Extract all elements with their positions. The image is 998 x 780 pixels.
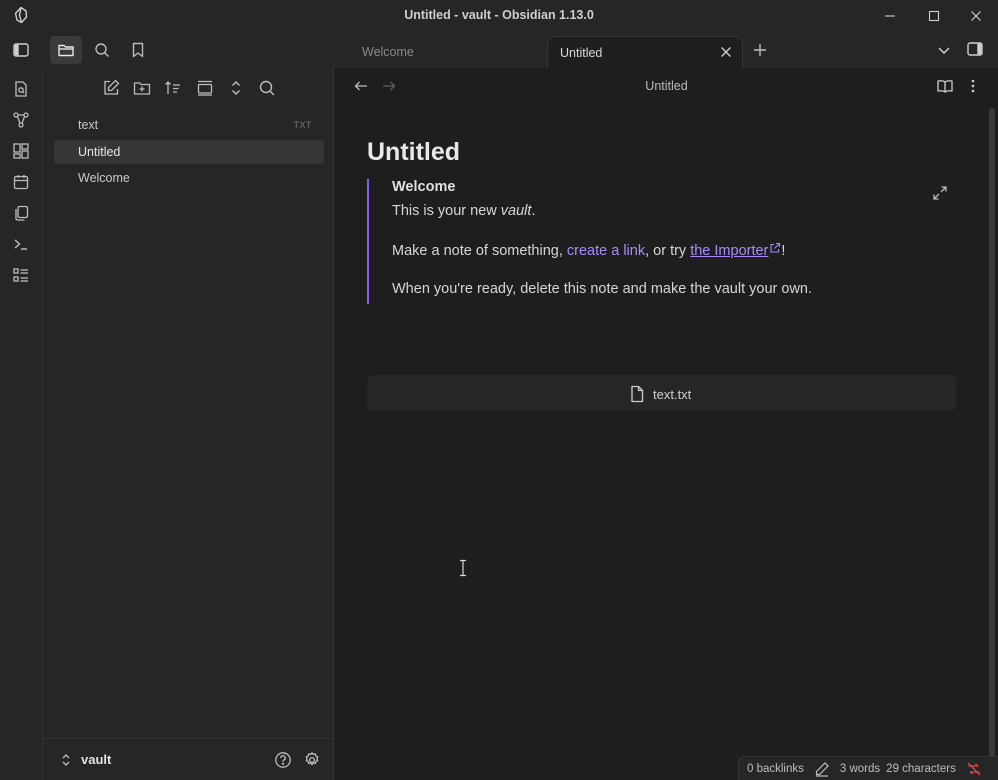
- left-ribbon: [0, 68, 43, 780]
- search-icon[interactable]: [257, 78, 277, 98]
- close-tab-icon[interactable]: [719, 45, 733, 59]
- expand-icon[interactable]: [932, 185, 948, 201]
- view-header-title[interactable]: Untitled: [335, 79, 998, 93]
- search-tab[interactable]: [86, 36, 118, 64]
- sort-icon[interactable]: [163, 78, 183, 98]
- tab-untitled[interactable]: Untitled: [547, 36, 743, 68]
- backlinks-count[interactable]: 0 backlinks: [747, 763, 804, 775]
- file-name: text: [78, 118, 99, 132]
- maximize-button[interactable]: [912, 0, 956, 32]
- pencil-icon[interactable]: [814, 761, 830, 777]
- file-name: Welcome: [78, 171, 130, 185]
- attachment-embed[interactable]: text.txt: [367, 375, 956, 411]
- file-name: Untitled: [78, 145, 121, 159]
- file-explorer: text TXT Untitled Welcome vault: [43, 68, 334, 780]
- attachment-content: text.txt: [629, 385, 691, 403]
- editor-scrollbar[interactable]: [989, 108, 995, 758]
- attachment-filename: text.txt: [653, 386, 692, 402]
- embed-line-1: This is your new vault.: [392, 203, 536, 219]
- more-options-icon[interactable]: [964, 77, 982, 95]
- auto-reveal-icon[interactable]: [195, 78, 215, 98]
- bookmark-icon: [132, 42, 144, 58]
- embed-heading: Welcome: [392, 179, 456, 195]
- file-item-untitled[interactable]: Untitled: [54, 140, 324, 164]
- terminal-icon[interactable]: [12, 235, 30, 253]
- chevron-down-icon[interactable]: [936, 42, 952, 58]
- window-title: Untitled - vault - Obsidian 1.13.0: [404, 8, 594, 22]
- sidebar-toggle-icon[interactable]: [12, 41, 30, 59]
- calendar-icon[interactable]: [12, 173, 30, 191]
- tab-welcome[interactable]: Welcome: [350, 36, 546, 68]
- bases-icon[interactable]: [12, 266, 30, 284]
- files-tab[interactable]: [50, 36, 82, 64]
- collapse-all-icon[interactable]: [226, 78, 246, 98]
- bookmarks-tab[interactable]: [122, 36, 154, 64]
- new-note-icon[interactable]: [101, 78, 121, 98]
- word-count: 3 words: [839, 762, 881, 775]
- embed-line-3: When you're ready, delete this note and …: [392, 281, 813, 297]
- embed-line-2: Make a note of something, create a link,…: [392, 242, 786, 259]
- new-tab-icon[interactable]: [752, 42, 768, 58]
- tab-label: Untitled: [560, 45, 603, 60]
- new-folder-icon[interactable]: [132, 78, 152, 98]
- tab-label: Welcome: [362, 45, 414, 59]
- vault-name[interactable]: vault: [81, 752, 111, 767]
- close-icon: [971, 11, 981, 21]
- gear-icon[interactable]: [303, 751, 321, 769]
- chevrons-up-down-icon[interactable]: [60, 753, 72, 767]
- help-icon[interactable]: [274, 751, 292, 769]
- close-window-button[interactable]: [954, 0, 998, 32]
- tab-bar: Welcome Untitled: [0, 32, 998, 68]
- file-item-text[interactable]: text TXT: [54, 113, 324, 137]
- maximize-icon: [928, 10, 940, 22]
- internal-link[interactable]: create a link: [567, 243, 645, 259]
- file-extension-badge: TXT: [293, 120, 312, 130]
- file-icon: [631, 385, 644, 403]
- sync-error-icon[interactable]: [966, 761, 982, 777]
- sidebar-tabs: [50, 36, 154, 64]
- book-open-icon[interactable]: [936, 77, 954, 95]
- text-cursor-icon: [460, 559, 466, 577]
- right-sidebar-toggle-icon[interactable]: [966, 40, 984, 58]
- vault-switcher-bar: vault: [43, 738, 334, 780]
- templates-icon[interactable]: [12, 204, 30, 222]
- editor-pane: Untitled Untitled Welcome This is your n…: [335, 68, 998, 780]
- minimize-button[interactable]: [868, 0, 912, 32]
- canvas-icon[interactable]: [12, 142, 30, 160]
- external-link-icon: [770, 242, 781, 253]
- quick-switcher-icon[interactable]: [12, 80, 30, 98]
- note-title[interactable]: Untitled: [367, 138, 460, 167]
- embedded-note[interactable]: Welcome This is your new vault. Make a n…: [367, 179, 957, 304]
- minimize-icon: [885, 15, 895, 17]
- graph-view-icon[interactable]: [12, 111, 30, 129]
- search-icon: [95, 43, 109, 57]
- explorer-toolbar: [43, 78, 334, 100]
- external-link[interactable]: the Importer: [690, 243, 768, 259]
- folder-icon: [58, 44, 74, 57]
- status-bar: 0 backlinks 3 words 29 characters: [738, 756, 998, 780]
- title-bar: Untitled - vault - Obsidian 1.13.0: [0, 0, 998, 32]
- character-count: 29 characters: [886, 762, 956, 775]
- file-item-welcome[interactable]: Welcome: [54, 166, 324, 190]
